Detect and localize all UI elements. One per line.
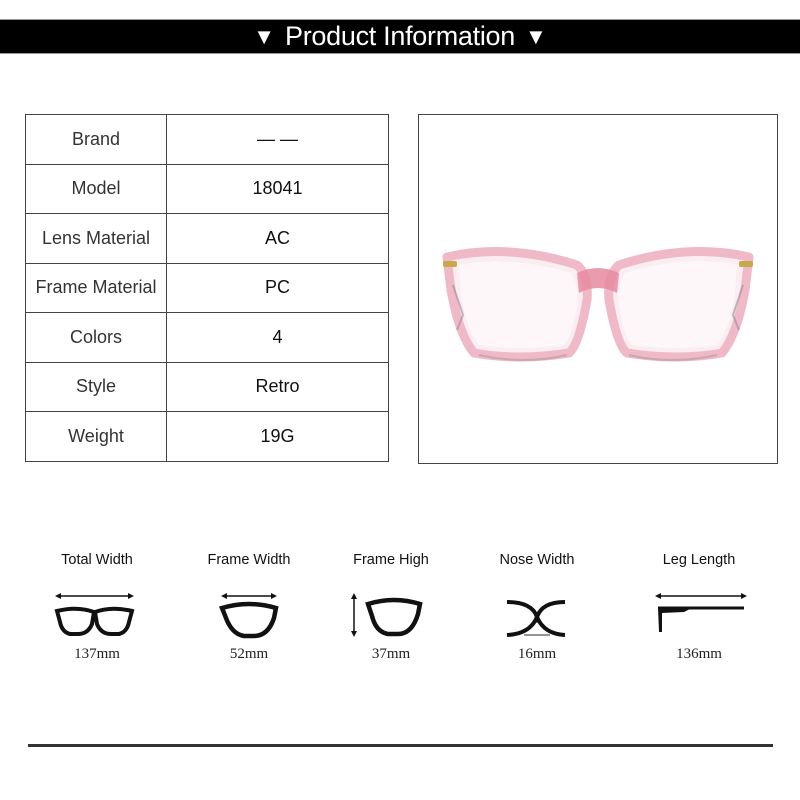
- measurement-value: 137mm: [74, 646, 120, 662]
- product-information-header: ▼ Product Information ▼: [0, 19, 800, 54]
- right-hinge: [739, 261, 753, 267]
- measurement-nose-width: Nose Width 16mm: [462, 548, 612, 663]
- spec-row-colors: Colors 4: [25, 312, 389, 363]
- product-photo: [418, 114, 778, 464]
- spec-value: — —: [166, 114, 389, 165]
- total-width-glasses-icon: [54, 593, 135, 636]
- spec-row-model: Model 18041: [25, 163, 389, 214]
- spec-value: AC: [166, 213, 389, 264]
- spec-label: Colors: [25, 312, 167, 363]
- spec-row-lens-material: Lens Material AC: [25, 213, 389, 264]
- spec-row-brand: Brand — —: [25, 114, 389, 165]
- measurement-value: 52mm: [229, 646, 269, 662]
- spec-value: Retro: [166, 361, 389, 412]
- measurement-total-width: Total Width 137mm: [22, 548, 172, 663]
- spec-value: 19G: [166, 411, 389, 462]
- spec-value: 18041: [166, 163, 389, 214]
- spec-label: Lens Material: [25, 213, 167, 264]
- measurement-label: Nose Width: [499, 552, 575, 568]
- measurement-label: Leg Length: [662, 552, 736, 568]
- measurement-value: 16mm: [517, 646, 557, 662]
- spec-row-frame-material: Frame Material PC: [25, 262, 389, 313]
- spec-label: Weight: [25, 411, 167, 462]
- triangle-down-icon: ▼: [524, 23, 547, 49]
- measurement-frame-width: Frame Width 52mm: [174, 548, 324, 663]
- spec-label: Style: [25, 361, 167, 412]
- frame-width-lens-icon: [218, 593, 279, 639]
- left-hinge: [443, 261, 457, 267]
- spec-table: Brand — — Model 18041 Lens Material AC F…: [25, 114, 389, 462]
- measurement-frame-high: Frame High 37mm: [316, 548, 466, 663]
- frame-height-lens-icon: [351, 593, 423, 637]
- left-lens-glass: [459, 261, 578, 348]
- triangle-down-icon: ▼: [253, 23, 276, 49]
- measurement-label: Total Width: [61, 552, 133, 568]
- temple-arm-icon: [655, 593, 747, 632]
- spec-label: Brand: [25, 114, 167, 165]
- spec-row-weight: Weight 19G: [25, 411, 389, 462]
- spec-value: PC: [166, 262, 389, 313]
- nose-bridge: [577, 268, 619, 293]
- measurements-section: Total Width 137mm Frame Width 52mm Frame…: [0, 548, 800, 688]
- measurement-leg-length: Leg Length 136mm: [624, 548, 774, 663]
- spec-label: Frame Material: [25, 262, 167, 313]
- measurement-label: Frame Width: [207, 552, 291, 568]
- measurement-label: Frame High: [353, 552, 429, 568]
- spec-label: Model: [25, 163, 167, 214]
- nose-bridge-icon: [506, 600, 566, 637]
- bottom-divider: [28, 744, 773, 747]
- spec-value: 4: [166, 312, 389, 363]
- measurement-value: 136mm: [676, 646, 722, 662]
- header-title: Product Information: [285, 21, 515, 51]
- eyeglasses-image: [442, 247, 754, 362]
- spec-row-style: Style Retro: [25, 361, 389, 412]
- right-lens-glass: [618, 261, 737, 348]
- measurement-value: 37mm: [371, 646, 411, 662]
